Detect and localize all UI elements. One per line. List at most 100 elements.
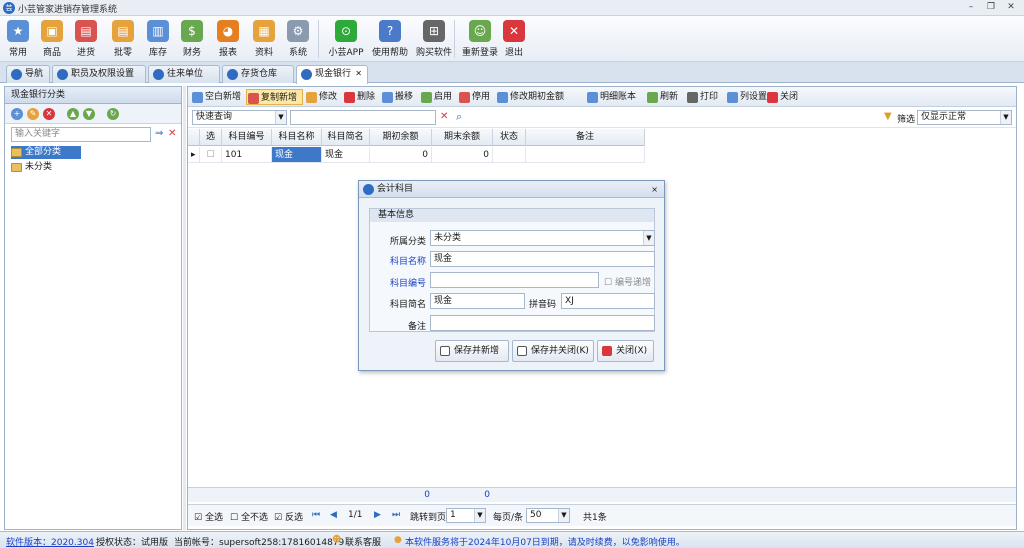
ribbon-button-5[interactable]: $ 财务 <box>178 18 206 60</box>
tab-cash-bank[interactable]: 现金银行 ✕ <box>296 65 368 84</box>
minimize-button[interactable]: – <box>964 1 978 14</box>
query-input[interactable] <box>290 110 436 125</box>
toolbar-icon <box>248 93 259 104</box>
column-header[interactable]: 科目编号 <box>222 129 272 146</box>
toolbar-label: 列设置 <box>740 92 768 102</box>
per-page-select[interactable]: 50 ▼ <box>526 508 570 523</box>
pinyin-input[interactable]: XJ <box>561 293 655 309</box>
invert-selection-checkbox[interactable]: ☑ 反选 <box>274 510 303 523</box>
ribbon-button-6[interactable]: ◕ 报表 <box>214 18 242 60</box>
save-and-close-button[interactable]: 保存并关闭(K) <box>512 340 594 362</box>
toolbar-button-9[interactable]: 刷新 <box>646 89 684 105</box>
quick-query-select[interactable]: 快速查询 ▼ <box>192 110 287 125</box>
tab-navigation[interactable]: 导航 <box>6 65 50 83</box>
ribbon-button-13[interactable]: ✕ 退出 <box>500 18 528 60</box>
tab-staff-permissions[interactable]: 职员及权限设置 <box>52 65 146 83</box>
add-category-icon[interactable]: + <box>11 108 23 120</box>
refresh-category-icon[interactable]: ↻ <box>107 108 119 120</box>
search-go-icon[interactable]: ⇒ <box>155 128 163 139</box>
ribbon-button-11[interactable]: ⊞ 购买软件 <box>412 18 456 60</box>
table-cell[interactable]: 101 <box>222 147 272 163</box>
ribbon-button-2[interactable]: ▤ 进货 <box>72 18 100 60</box>
delete-category-icon[interactable]: ✕ <box>43 108 55 120</box>
ribbon-button-12[interactable]: ☺ 重新登录 <box>460 18 500 60</box>
move-up-icon[interactable]: ▲ <box>67 108 79 120</box>
next-page-icon[interactable]: ▶ <box>374 510 381 520</box>
tab-label: 职员及权限设置 <box>71 69 135 79</box>
toolbar-button-11[interactable]: 列设置 <box>726 89 768 105</box>
toolbar-button-10[interactable]: 打印 <box>686 89 724 105</box>
ribbon-button-7[interactable]: ▦ 资料 <box>250 18 278 60</box>
toolbar-label: 关闭 <box>780 92 799 102</box>
row-select-checkbox[interactable]: ☐ <box>200 147 222 163</box>
column-header[interactable]: 选 <box>200 129 222 146</box>
move-down-icon[interactable]: ▼ <box>83 108 95 120</box>
tab-close-icon[interactable]: ✕ <box>355 66 362 82</box>
ribbon-button-8[interactable]: ⚙ 系统 <box>284 18 312 60</box>
column-header[interactable]: 期初余额 <box>370 129 432 146</box>
close-window-button[interactable]: ✕ <box>1004 1 1018 14</box>
ribbon-button-4[interactable]: ▥ 库存 <box>144 18 172 60</box>
toolbar-button-6[interactable]: 停用 <box>458 89 494 105</box>
toolbar-button-2[interactable]: 修改 <box>305 89 341 105</box>
tab-business-partners[interactable]: 往来单位 <box>148 65 220 83</box>
table-cell[interactable]: 0 <box>370 147 432 163</box>
toolbar-button-4[interactable]: 搬移 <box>381 89 418 105</box>
ribbon-button-1[interactable]: ▣ 商品 <box>38 18 66 60</box>
clear-query-icon[interactable]: ✕ <box>440 111 448 122</box>
table-cell[interactable]: 0 <box>432 147 493 163</box>
tree-item-all[interactable]: 全部分类 <box>11 146 81 159</box>
account-name-input[interactable]: 现金 <box>430 251 655 267</box>
total-closing-balance: 0 <box>484 490 490 500</box>
category-select[interactable]: 未分类 ▼ <box>430 230 655 246</box>
search-icon[interactable]: ⌕ <box>456 110 462 124</box>
close-dialog-button[interactable]: 关闭(X) <box>597 340 654 362</box>
prev-page-icon[interactable]: ◀ <box>330 510 337 520</box>
category-panel: 现金银行分类 + ✎ ✕ ▲ ▼ ↻ 输入关键字 ⇒ ✕ 全部分类 未分类 <box>4 86 182 530</box>
toolbar-icon <box>767 92 778 103</box>
clear-search-icon[interactable]: ✕ <box>168 128 176 139</box>
table-cell[interactable] <box>493 147 526 163</box>
toolbar-button-3[interactable]: 删除 <box>343 89 379 105</box>
table-cell[interactable] <box>526 147 645 163</box>
column-header[interactable]: 科目简名 <box>322 129 370 146</box>
tab-inventory-warehouse[interactable]: 存货仓库 <box>222 65 294 83</box>
toolbar-button-5[interactable]: 启用 <box>420 89 456 105</box>
select-none-checkbox[interactable]: ☐ 全不选 <box>230 510 268 523</box>
ribbon-button-3[interactable]: ▤ 批零 <box>108 18 138 60</box>
filter-select[interactable]: 仅显示正常 ▼ <box>917 110 1012 125</box>
note-input[interactable] <box>430 315 655 331</box>
column-header[interactable]: 科目名称 <box>272 129 322 146</box>
category-label: 所属分类 <box>389 237 426 247</box>
account-code-input[interactable] <box>430 272 599 288</box>
column-header[interactable]: 状态 <box>493 129 526 146</box>
column-header[interactable]: 备注 <box>526 129 645 146</box>
first-page-icon[interactable]: ⏮ <box>312 510 320 520</box>
toolbar-button-8[interactable]: 明细账本 <box>586 89 644 105</box>
restore-button[interactable]: ❐ <box>984 1 998 14</box>
ribbon-button-10[interactable]: ? 使用帮助 <box>370 18 410 60</box>
auto-code-checkbox[interactable]: ☐ 编号递增 <box>604 275 651 288</box>
jump-page-select[interactable]: 1 ▼ <box>446 508 486 523</box>
short-name-input[interactable]: 现金 <box>430 293 525 309</box>
toolbar-button-7[interactable]: 修改期初金额 <box>496 89 584 105</box>
category-search-input[interactable]: 输入关键字 <box>11 127 151 142</box>
ribbon-button-9[interactable]: ⊙ 小芸APP <box>326 18 366 60</box>
column-header[interactable]: 期末余额 <box>432 129 493 146</box>
panel-splitter[interactable] <box>183 86 186 530</box>
toolbar-button-12[interactable]: 关闭 <box>766 89 800 105</box>
select-all-checkbox[interactable]: ☑ 全选 <box>194 510 223 523</box>
ribbon-button-0[interactable]: ★ 常用 <box>4 18 32 60</box>
tree-item-uncategorized[interactable]: 未分类 <box>11 161 81 174</box>
dialog-close-icon[interactable]: ⨯ <box>651 181 658 198</box>
table-cell[interactable]: 现金 <box>322 147 370 163</box>
jump-page-label: 跳转到页 <box>410 513 447 523</box>
save-and-new-button[interactable]: 保存并新增 <box>435 340 509 362</box>
table-cell[interactable]: 现金 <box>272 147 322 163</box>
last-page-icon[interactable]: ⏭ <box>392 510 400 520</box>
toolbar-button-1[interactable]: 复制新增 <box>246 89 303 105</box>
edit-category-icon[interactable]: ✎ <box>27 108 39 120</box>
toolbar-button-0[interactable]: 空白新增 <box>191 89 244 105</box>
contact-support-link[interactable]: 联系客服 <box>345 535 381 548</box>
jump-page-value: 1 <box>450 510 456 520</box>
